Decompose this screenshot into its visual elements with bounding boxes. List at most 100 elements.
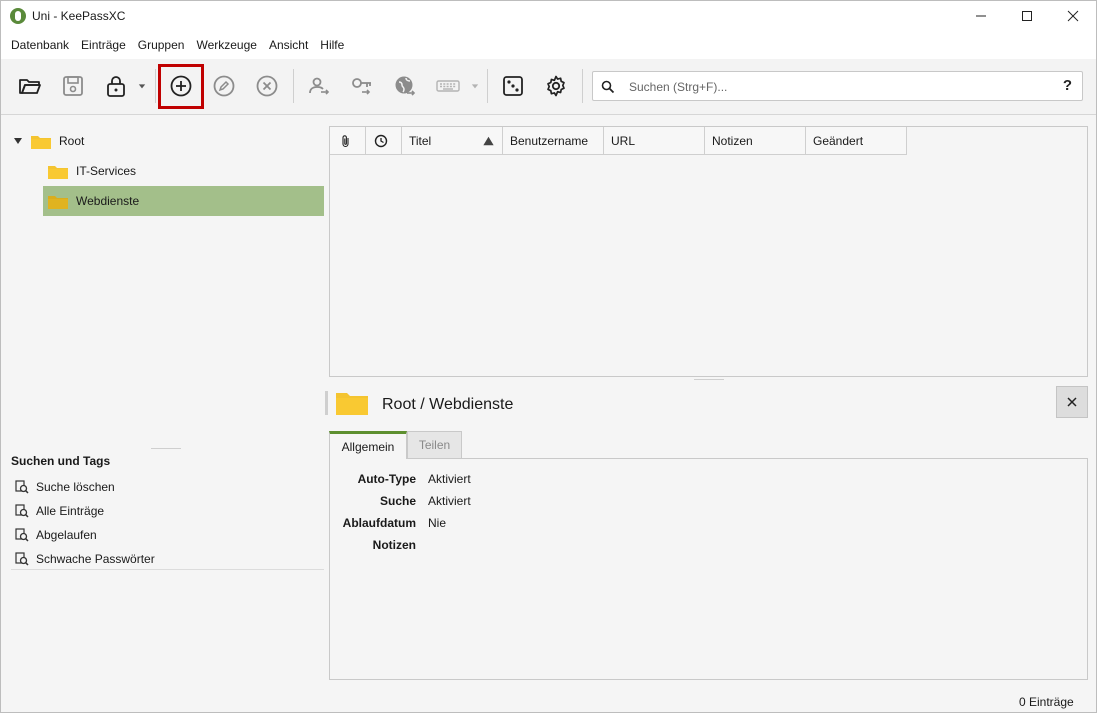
splitter-handle[interactable] xyxy=(151,448,181,449)
preview-bar xyxy=(325,391,328,415)
toolbar-separator xyxy=(582,69,583,103)
autotype-dropdown-caret-icon[interactable] xyxy=(470,79,480,93)
menu-hilfe[interactable]: Hilfe xyxy=(314,31,350,59)
tree-item-webdienste[interactable]: Webdienste xyxy=(43,186,324,216)
tree-item-root[interactable]: Root xyxy=(31,126,321,156)
search-icon xyxy=(601,80,615,94)
edit-entry-icon xyxy=(213,75,235,97)
detail-value: Aktiviert xyxy=(428,472,471,486)
edit-entry-button[interactable] xyxy=(207,69,241,103)
menu-eintraege[interactable]: Einträge xyxy=(75,31,132,59)
search-box[interactable]: ? xyxy=(592,71,1083,101)
menu-ansicht[interactable]: Ansicht xyxy=(263,31,314,59)
lock-dropdown-caret-icon[interactable] xyxy=(137,79,147,93)
tag-item-label: Suche löschen xyxy=(36,480,115,494)
gear-icon xyxy=(547,75,565,97)
close-window-button[interactable] xyxy=(1050,1,1096,31)
detail-label: Suche xyxy=(379,494,416,508)
column-modified[interactable]: Geändert xyxy=(806,127,907,155)
tag-item-weak-passwords[interactable]: Schwache Passwörter xyxy=(15,549,155,569)
delete-entry-button[interactable] xyxy=(250,69,284,103)
column-header-label: URL xyxy=(611,133,636,148)
tab-allgemein[interactable]: Allgemein xyxy=(329,431,407,459)
toolbar-separator xyxy=(155,69,156,103)
delete-entry-icon xyxy=(256,75,278,97)
column-header-label: Benutzername xyxy=(510,133,589,148)
folder-icon xyxy=(336,393,368,415)
copy-username-button[interactable] xyxy=(302,69,336,103)
tag-item-label: Schwache Passwörter xyxy=(36,552,155,566)
settings-button[interactable] xyxy=(539,69,573,103)
splitter-handle[interactable] xyxy=(694,379,724,380)
column-title[interactable]: Titel xyxy=(402,127,503,155)
title-bar: Uni - KeePassXC xyxy=(1,1,1096,31)
column-attachment[interactable] xyxy=(330,127,366,155)
open-database-button[interactable] xyxy=(13,69,47,103)
copy-password-button[interactable] xyxy=(345,69,379,103)
column-username[interactable]: Benutzername xyxy=(503,127,604,155)
autotype-keyboard-icon xyxy=(436,80,460,92)
detail-label: Notizen xyxy=(372,538,416,552)
copy-username-icon xyxy=(309,77,330,95)
menu-werkzeuge[interactable]: Werkzeuge xyxy=(190,31,262,59)
detail-label: Ablaufdatum xyxy=(342,516,416,530)
detail-value: Aktiviert xyxy=(428,494,471,508)
close-icon xyxy=(1067,397,1077,407)
search-help-button[interactable]: ? xyxy=(1063,77,1072,94)
maximize-button[interactable] xyxy=(1004,1,1050,31)
window-title: Uni - KeePassXC xyxy=(32,9,126,23)
keepassxc-logo-icon xyxy=(10,8,26,24)
tree-item-it-services[interactable]: IT-Services xyxy=(48,156,324,186)
save-database-button[interactable] xyxy=(56,69,90,103)
lock-icon xyxy=(107,76,125,97)
tag-item-label: Alle Einträge xyxy=(36,504,105,518)
menu-datenbank[interactable]: Datenbank xyxy=(5,31,75,59)
folder-icon xyxy=(31,135,51,149)
tab-teilen[interactable]: Teilen xyxy=(407,431,462,459)
preview-title: Root / Webdienste xyxy=(382,396,514,413)
search-input[interactable] xyxy=(629,77,1049,97)
tag-item-clear-search[interactable]: Suche löschen xyxy=(15,477,115,497)
tag-item-all-entries[interactable]: Alle Einträge xyxy=(15,501,104,521)
folder-icon xyxy=(48,195,68,209)
password-generator-icon xyxy=(503,76,523,96)
close-preview-button[interactable] xyxy=(1056,386,1088,418)
add-entry-highlight-box xyxy=(158,64,204,109)
paperclip-icon xyxy=(342,134,349,147)
folder-open-icon xyxy=(19,79,41,94)
search-tag-icon xyxy=(15,528,29,542)
minimize-button[interactable] xyxy=(958,1,1004,31)
lock-database-button[interactable] xyxy=(99,69,133,103)
search-tag-icon xyxy=(15,552,29,566)
tree-item-label: Webdienste xyxy=(76,194,140,208)
open-url-icon xyxy=(395,76,416,96)
tree-expand-arrow-icon[interactable] xyxy=(13,136,23,146)
tags-divider xyxy=(11,569,324,570)
tree-item-label: Root xyxy=(59,134,85,148)
column-notes[interactable]: Notizen xyxy=(705,127,806,155)
tag-item-expired[interactable]: Abgelaufen xyxy=(15,525,97,545)
sort-ascending-icon xyxy=(483,136,494,145)
open-url-button[interactable] xyxy=(388,69,422,103)
entry-table[interactable]: Titel Benutzername URL Notizen Geändert xyxy=(329,126,1088,377)
search-tag-icon xyxy=(15,504,29,518)
preview-header: Root / Webdienste xyxy=(325,387,1055,419)
password-generator-button[interactable] xyxy=(496,69,530,103)
copy-password-icon xyxy=(352,78,371,95)
autotype-button[interactable] xyxy=(431,69,465,103)
folder-icon xyxy=(48,165,68,179)
detail-label: Auto-Type xyxy=(357,472,416,486)
tags-section-title: Suchen und Tags xyxy=(11,454,111,468)
column-url[interactable]: URL xyxy=(604,127,705,155)
menu-gruppen[interactable]: Gruppen xyxy=(132,31,191,59)
save-icon xyxy=(63,76,83,96)
toolbar-separator xyxy=(487,69,488,103)
detail-value: Nie xyxy=(428,516,447,530)
clock-icon xyxy=(374,134,388,147)
search-tag-icon xyxy=(15,480,29,494)
column-header-label: Geändert xyxy=(813,133,864,148)
keepassxc-window: Uni - KeePassXC Datenbank Einträge Grupp… xyxy=(0,0,1097,713)
tree-item-label: IT-Services xyxy=(76,164,137,178)
entry-count-status: 0 Einträge xyxy=(1019,695,1074,709)
column-expiry[interactable] xyxy=(366,127,402,155)
